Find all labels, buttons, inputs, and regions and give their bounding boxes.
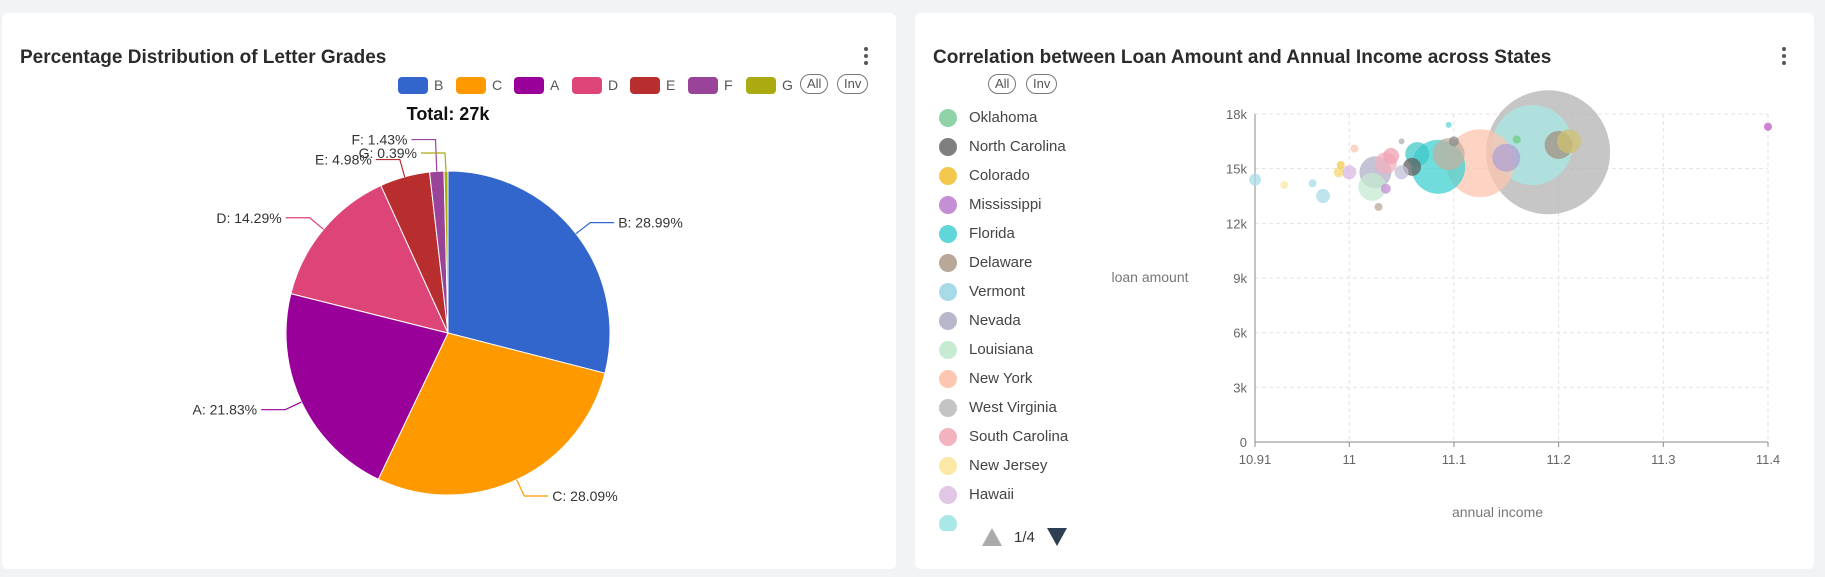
pie-leader-line [375,158,406,178]
x-tick-label: 11.4 [1756,452,1780,467]
pie-legend-swatch [746,77,776,94]
pie-legend-label: E [666,77,675,93]
bubble-point[interactable] [1432,138,1465,171]
bubble-point[interactable] [1394,165,1409,180]
x-tick-label: 11 [1342,452,1356,467]
bubble-points [1249,90,1772,215]
pie-legend-swatch [398,77,428,94]
pie-legend-label: D [608,77,618,93]
pie-legend-swatch [688,77,718,94]
pie-legend-label: C [492,77,502,93]
pie-label-c: C: 28.09% [552,488,617,504]
bubble-point[interactable] [1380,183,1391,194]
y-tick-label: 12k [1226,216,1247,231]
pie-legend-all-button[interactable]: All [800,74,829,94]
bubble-point[interactable] [1492,143,1521,172]
pie-chart-svg: Total: 27k B C A D E F G B: 28.99% C: 28.09% A: 21… [193,77,793,504]
pie-leader-line [261,401,302,411]
bubble-point[interactable] [1316,189,1331,203]
pie-legend-swatch [456,77,486,94]
x-tick-label: 11.3 [1651,452,1675,467]
pie-legend: BCADEFG [398,77,793,94]
pie-legend-label: F [724,77,733,93]
y-tick-label: 18k [1226,107,1247,122]
y-tick-label: 9k [1233,271,1247,286]
bubble-point[interactable] [1398,138,1405,145]
y-tick-label: 6k [1233,326,1247,341]
y-tick-label: 3k [1233,380,1247,395]
pie-legend-label: A [550,77,560,93]
pie-legend-item-a[interactable]: A [514,77,560,94]
bubble-point[interactable] [1374,202,1383,211]
pie-legend-item-d[interactable]: D [572,77,618,94]
bubble-point[interactable] [1557,129,1582,154]
pie-slices [285,170,611,496]
pie-chart-card: Percentage Distribution of Letter Grades… [2,13,896,569]
bubble-point[interactable] [1350,144,1359,153]
bubble-point[interactable] [1336,161,1345,170]
pie-total-title: Total: 27k [407,104,491,124]
bubble-chart-svg: 0 3k 6k 9k 12k 15k 18k 10.91 11 11.1 11.2 11.3 11.4 a… [1111,90,1780,520]
pie-label-b: B: 28.99% [618,215,683,231]
pie-legend-item-b[interactable]: B [398,77,443,94]
bubble-point[interactable] [1333,167,1344,178]
pie-legend-item-e[interactable]: E [630,77,675,94]
pie-label-d: D: 14.29% [216,210,281,226]
pie-label-g: G: 0.39% [359,145,417,161]
pie-legend-swatch [514,77,544,94]
bubble-point[interactable] [1512,135,1521,144]
pie-leader-line [516,479,549,497]
pie-leader-line [285,217,324,230]
y-axis-label: loan amount [1111,269,1188,285]
bubble-point[interactable] [1342,165,1357,180]
x-tick-label: 11.1 [1442,452,1466,467]
bubble-point[interactable] [1448,136,1459,147]
bubble-chart-card: Correlation between Loan Amount and Annu… [915,13,1814,569]
pie-legend-inv-button[interactable]: Inv [837,74,869,94]
y-tick-label: 0 [1240,435,1247,450]
pie-legend-label: G [782,77,793,93]
bubble-point[interactable] [1445,121,1452,128]
pie-legend-swatch [572,77,602,94]
bubble-point[interactable] [1308,179,1317,188]
bubble-point[interactable] [1280,181,1289,190]
bubble-point[interactable] [1249,173,1261,186]
pie-legend-item-g[interactable]: G [746,77,793,94]
pie-legend-label: B [434,77,443,93]
pie-legend-item-c[interactable]: C [456,77,502,94]
x-tick-label: 11.2 [1546,452,1570,467]
pie-leader-line [421,152,447,172]
y-tick-label: 15k [1226,162,1247,177]
pie-legend-item-f[interactable]: F [688,77,733,94]
pie-legend-swatch [630,77,660,94]
x-axis-label: annual income [1452,504,1543,520]
bubble-point[interactable] [1383,147,1400,164]
pie-leader-line [575,222,615,235]
x-tick-label: 10.91 [1239,452,1272,467]
pie-label-a: A: 21.83% [193,402,258,418]
bubble-point[interactable] [1764,122,1772,131]
